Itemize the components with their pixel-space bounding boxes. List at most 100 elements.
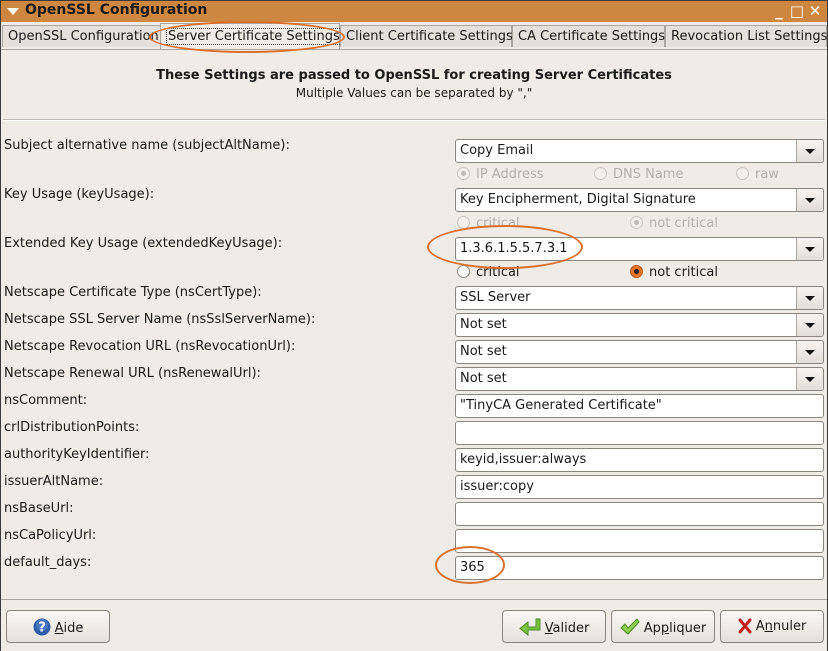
radio-ip-address[interactable]: IP Address [457,167,544,182]
nssslservername-label: Netscape SSL Server Name (nsSslServerNam… [4,312,316,327]
tab-bar: OpenSSL Configuration Server Certificate… [1,23,827,49]
server-settings-panel: These Settings are passed to OpenSSL for… [1,49,827,599]
authoritykeyidentifier-label: authorityKeyIdentifier: [4,447,150,462]
extendedkeyusage-label: Extended Key Usage (extendedKeyUsage): [4,236,283,251]
tab-label: Client Certificate Settings [346,29,513,44]
extendedkeyusage-combo[interactable]: 1.3.6.1.5.5.7.3.1 [455,237,824,261]
close-button[interactable]: ✕ [807,3,823,19]
combo-value: Copy Email [460,143,534,158]
radio-label: IP Address [476,167,544,182]
crldistributionpoints-input[interactable] [455,421,824,445]
combo-button[interactable] [796,189,823,211]
checkmark-icon [620,618,640,640]
input-value: issuer:copy [460,479,534,494]
mnemonic: n [764,619,773,634]
combo-button[interactable] [796,238,823,260]
combo-value: Not set [460,371,507,386]
help-button[interactable]: ? Aide [6,610,110,643]
radio-indicator [457,216,470,229]
default-days-input[interactable]: 365 [455,556,824,580]
subjectaltname-combo[interactable]: Copy Email [455,139,824,163]
radio-label: critical [476,265,520,280]
nsrenewalurl-combo[interactable]: Not set [455,367,824,391]
radio-indicator [630,265,643,278]
maximize-button[interactable]: □ [789,3,805,19]
button-label: alider [552,621,590,636]
nscomment-input[interactable]: "TinyCA Generated Certificate" [455,394,824,418]
separator [3,119,825,121]
combo-button[interactable] [796,314,823,336]
radio-dns-name[interactable]: DNS Name [594,167,683,182]
keyusage-label: Key Usage (keyUsage): [4,187,155,202]
button-bar: ? Aide Valider Appliquer Annuler [1,599,827,651]
radio-keyusage-critical[interactable]: critical [457,216,520,231]
nsrevocationurl-label: Netscape Revocation URL (nsRevocationUrl… [4,339,296,354]
nsrevocationurl-combo[interactable]: Not set [455,340,824,364]
minimize-button[interactable]: _ [771,3,787,19]
nsbaseurl-input[interactable] [455,502,824,526]
dialog-window: OpenSSL Configuration _ □ ✕ OpenSSL Conf… [0,0,828,651]
input-value: 365 [460,560,485,575]
nscomment-label: nsComment: [4,393,88,408]
panel-heading: These Settings are passed to OpenSSL for… [156,68,672,83]
radio-keyusage-not-critical[interactable]: not critical [630,216,718,231]
combo-button[interactable] [796,140,823,162]
chevron-down-icon [805,149,815,154]
combo-value: SSL Server [460,290,531,305]
combo-button[interactable] [796,287,823,309]
svg-text:?: ? [38,621,46,636]
nscapolicyurl-input[interactable] [455,529,824,553]
combo-value: 1.3.6.1.5.5.7.3.1 [460,241,568,256]
ok-button[interactable]: Valider [502,610,606,643]
button-label: Ap [643,621,661,636]
combo-button[interactable] [796,368,823,390]
radio-extkeyusage-critical[interactable]: critical [457,265,520,280]
mnemonic: A [54,621,64,636]
mnemonic: V [544,621,553,636]
tab-label: Revocation List Settings [671,29,828,44]
input-value: "TinyCA Generated Certificate" [460,398,662,413]
nsrenewalurl-label: Netscape Renewal URL (nsRenewalUrl): [4,366,261,381]
issueraltname-input[interactable]: issuer:copy [455,475,824,499]
radio-extkeyusage-not-critical[interactable]: not critical [630,265,718,280]
cancel-button[interactable]: Annuler [720,610,824,643]
nscapolicyurl-label: nsCaPolicyUrl: [4,528,97,543]
default-days-label: default_days: [4,555,92,570]
tab-revocation-list-settings[interactable]: Revocation List Settings [665,25,827,47]
mnemonic: p [660,621,670,636]
button-label: liquer [669,621,707,636]
radio-indicator [457,265,470,278]
button-label: ide [63,621,84,636]
radio-indicator [736,167,749,180]
tab-ca-certificate-settings[interactable]: CA Certificate Settings [512,25,665,47]
radio-label: not critical [649,265,718,280]
chevron-down-icon [805,377,815,382]
radio-indicator [630,216,643,229]
x-icon [738,618,752,638]
authoritykeyidentifier-input[interactable]: keyid,issuer:always [455,448,824,472]
tab-client-certificate-settings[interactable]: Client Certificate Settings [340,25,513,47]
combo-value: Not set [460,344,507,359]
combo-value: Key Encipherment, Digital Signature [460,192,696,207]
tab-label: CA Certificate Settings [518,29,666,44]
combo-button[interactable] [796,341,823,363]
tab-openssl-configuration[interactable]: OpenSSL Configuration [2,25,161,47]
radio-raw[interactable]: raw [736,167,779,182]
apply-button[interactable]: Appliquer [611,610,715,643]
window-menu-icon[interactable] [7,8,19,15]
keyusage-combo[interactable]: Key Encipherment, Digital Signature [455,188,824,212]
crldistributionpoints-label: crlDistributionPoints: [4,420,140,435]
panel-subheading: Multiple Values can be separated by "," [295,86,533,100]
title-bar[interactable]: OpenSSL Configuration _ □ ✕ [1,1,827,22]
enter-arrow-icon [518,618,541,640]
combo-value: Not set [460,317,507,332]
subjectaltname-label: Subject alternative name (subjectAltName… [4,138,290,153]
chevron-down-icon [805,350,815,355]
tab-server-certificate-settings[interactable]: Server Certificate Settings [160,23,342,49]
input-value: keyid,issuer:always [460,452,587,467]
button-label: nuler [772,619,807,634]
nssslservername-combo[interactable]: Not set [455,313,824,337]
radio-indicator [594,167,607,180]
tab-label: Server Certificate Settings [166,28,342,45]
nscerttype-combo[interactable]: SSL Server [455,286,824,310]
